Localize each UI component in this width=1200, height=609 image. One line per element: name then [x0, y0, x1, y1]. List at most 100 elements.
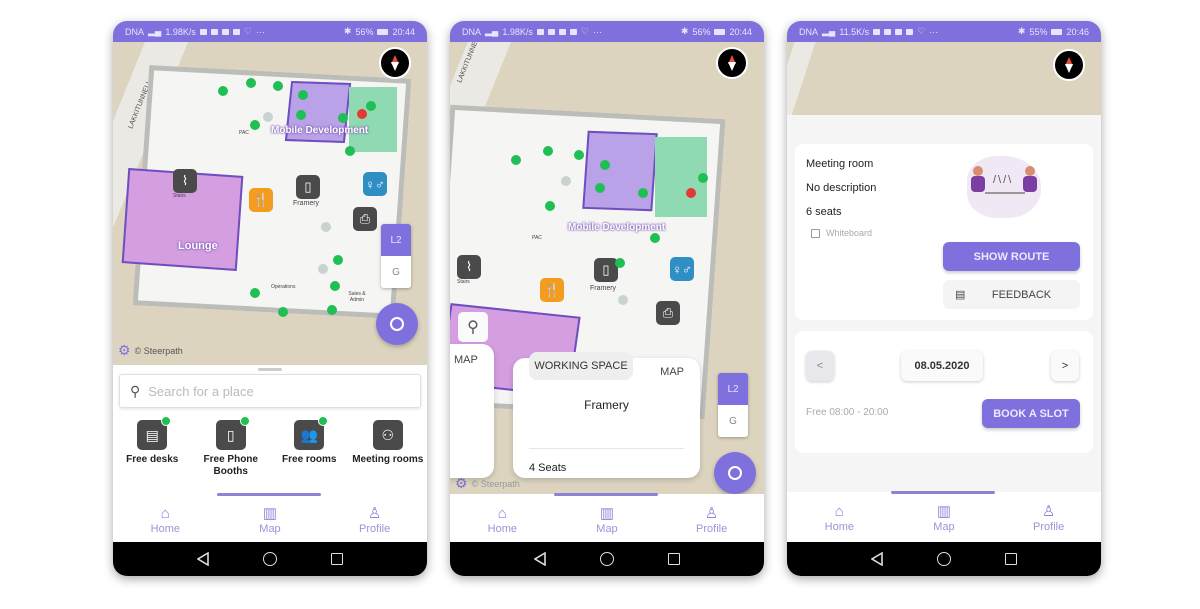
- desk-unavailable[interactable]: [561, 176, 571, 186]
- desk-free[interactable]: [327, 305, 337, 315]
- desk-unavailable[interactable]: [321, 222, 331, 232]
- stairs-icon[interactable]: ⌇: [457, 255, 481, 279]
- card-map-link[interactable]: MAP: [454, 354, 478, 366]
- recents-icon[interactable]: [668, 553, 680, 565]
- printer-icon[interactable]: ⎙: [353, 207, 377, 231]
- notification-icon: [895, 28, 903, 35]
- previous-day-button[interactable]: <: [806, 351, 834, 381]
- restroom-icon[interactable]: ♀♂: [670, 257, 694, 281]
- category-free-phone-booths[interactable]: ▯ Free Phone Booths: [193, 416, 269, 478]
- desk-free[interactable]: [273, 81, 283, 91]
- notification-icon: [906, 28, 914, 35]
- desk-free[interactable]: [650, 233, 660, 243]
- booking-panel: < 08.05.2020 > Free 08:00 - 20:00 BOOK A…: [795, 331, 1093, 453]
- level-g[interactable]: G: [718, 405, 748, 437]
- indoor-map[interactable]: LAKKITUNNELI Mobile Development PAC ⌇ St…: [450, 42, 764, 494]
- search-map-button[interactable]: ⚲: [458, 312, 488, 342]
- desk-free[interactable]: [615, 258, 625, 268]
- desk-free[interactable]: [600, 160, 610, 170]
- desk-free[interactable]: [511, 155, 521, 165]
- nav-profile[interactable]: ♙ Profile: [677, 505, 747, 535]
- desk-free[interactable]: [330, 281, 340, 291]
- stairs-icon[interactable]: ⌇: [173, 169, 197, 193]
- label-pac: PAC: [239, 130, 249, 136]
- desk-free[interactable]: [545, 201, 555, 211]
- gear-icon[interactable]: ⚙: [118, 342, 131, 359]
- nav-profile[interactable]: ♙ Profile: [1014, 503, 1084, 533]
- nav-map[interactable]: ▥ Map: [235, 505, 305, 535]
- home-circle-icon[interactable]: [600, 552, 614, 566]
- desk-free[interactable]: [338, 113, 348, 123]
- desk-free[interactable]: [574, 150, 584, 160]
- locate-me-button[interactable]: [376, 303, 418, 345]
- desk-occupied[interactable]: [357, 109, 367, 119]
- restaurant-icon[interactable]: 🍴: [540, 278, 564, 302]
- back-icon[interactable]: [197, 552, 209, 566]
- category-free-rooms[interactable]: 👥 Free rooms: [271, 416, 347, 478]
- phone-booth-icon[interactable]: ▯: [296, 175, 320, 199]
- date-picker[interactable]: 08.05.2020: [901, 351, 983, 381]
- bottom-nav: ⌂ Home ▥ Map ♙ Profile: [787, 494, 1101, 542]
- label-framery: Framery: [590, 285, 617, 292]
- place-card-previous[interactable]: MAP: [450, 344, 494, 478]
- sheet-handle[interactable]: [258, 368, 282, 371]
- nav-home[interactable]: ⌂ Home: [130, 505, 200, 535]
- restroom-icon[interactable]: ♀♂: [363, 172, 387, 196]
- level-l2[interactable]: L2: [718, 373, 748, 405]
- desk-free[interactable]: [298, 90, 308, 100]
- desk-free[interactable]: [345, 146, 355, 156]
- place-card-framery[interactable]: WORKING SPACE MAP Framery 4 Seats: [513, 352, 700, 478]
- indoor-map[interactable]: [787, 42, 1101, 115]
- category-meeting-rooms[interactable]: ⚇ Meeting rooms: [350, 420, 426, 478]
- locate-me-button[interactable]: [714, 452, 756, 494]
- book-slot-button[interactable]: BOOK A SLOT: [982, 399, 1080, 428]
- nav-profile[interactable]: ♙ Profile: [340, 505, 410, 535]
- category-free-desks[interactable]: ▤ Free desks: [114, 416, 190, 478]
- desk-unavailable[interactable]: [318, 264, 328, 274]
- desk-free[interactable]: [250, 288, 260, 298]
- nav-map[interactable]: ▥ Map: [909, 503, 979, 533]
- printer-icon[interactable]: ⎙: [656, 301, 680, 325]
- desk-free[interactable]: [638, 188, 648, 198]
- level-g[interactable]: G: [381, 256, 411, 288]
- compass-icon[interactable]: [716, 47, 748, 79]
- nav-home[interactable]: ⌂ Home: [804, 503, 874, 533]
- compass-icon[interactable]: [1053, 49, 1085, 81]
- recents-icon[interactable]: [1005, 553, 1017, 565]
- nav-map[interactable]: ▥ Map: [572, 505, 642, 535]
- card-map-link[interactable]: MAP: [660, 366, 684, 378]
- desk-free[interactable]: [543, 146, 553, 156]
- desk-free[interactable]: [246, 78, 256, 88]
- restaurant-icon[interactable]: 🍴: [249, 188, 273, 212]
- notification-icon: [547, 28, 555, 35]
- desk-free[interactable]: [333, 255, 343, 265]
- back-icon[interactable]: [534, 552, 546, 566]
- profile-icon: ♙: [1041, 503, 1056, 520]
- desk-free[interactable]: [698, 173, 708, 183]
- battery-percent: 56%: [692, 26, 711, 37]
- search-input[interactable]: ⚲ Search for a place: [119, 374, 421, 408]
- room-mobile-development[interactable]: [582, 130, 658, 212]
- back-icon[interactable]: [871, 552, 883, 566]
- indoor-map[interactable]: LAKKITUNNELI Mobile Development Lounge O…: [113, 42, 427, 365]
- feedback-button[interactable]: ▤ FEEDBACK: [943, 280, 1080, 309]
- desk-free[interactable]: [296, 110, 306, 120]
- desk-unavailable[interactable]: [618, 295, 628, 305]
- desk-free[interactable]: [595, 183, 605, 193]
- recents-icon[interactable]: [331, 553, 343, 565]
- desk-free[interactable]: [250, 120, 260, 130]
- level-l2[interactable]: L2: [381, 224, 411, 256]
- notification-icon: [558, 28, 566, 35]
- home-circle-icon[interactable]: [937, 552, 951, 566]
- desk-unavailable[interactable]: [263, 112, 273, 122]
- show-route-button[interactable]: SHOW ROUTE: [943, 242, 1080, 271]
- desk-free[interactable]: [278, 307, 288, 317]
- compass-icon[interactable]: [379, 47, 411, 79]
- nav-home[interactable]: ⌂ Home: [467, 505, 537, 535]
- home-circle-icon[interactable]: [263, 552, 277, 566]
- desk-free[interactable]: [218, 86, 228, 96]
- next-day-button[interactable]: >: [1051, 351, 1079, 381]
- availability-text: Free 08:00 - 20:00: [806, 407, 889, 418]
- desk-free[interactable]: [366, 101, 376, 111]
- desk-occupied[interactable]: [686, 188, 696, 198]
